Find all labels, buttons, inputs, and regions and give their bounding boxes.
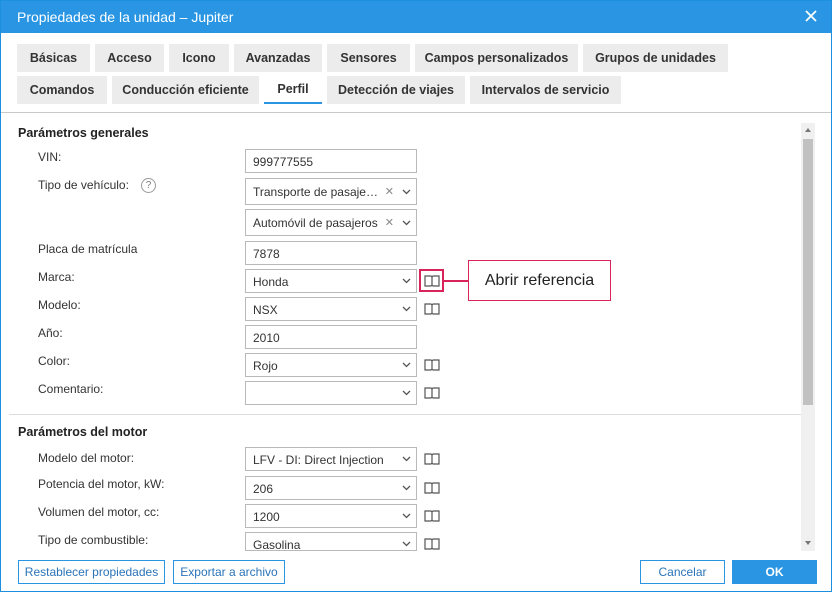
chevron-down-icon [402, 485, 411, 491]
chevron-down-icon [402, 513, 411, 519]
scroll-down-icon[interactable] [803, 538, 813, 548]
year-label: Año: [38, 326, 63, 340]
tab-campos-personalizados[interactable]: Campos personalizados [415, 44, 578, 72]
plate-label: Placa de matrícula [38, 242, 138, 256]
book-icon[interactable] [424, 482, 440, 494]
tab-acceso[interactable]: Acceso [95, 44, 164, 72]
brand-value: Honda [253, 275, 289, 289]
book-icon[interactable] [424, 453, 440, 465]
callout-highlight [419, 269, 444, 292]
chevron-down-icon [402, 278, 411, 284]
engine-model-label: Modelo del motor: [38, 451, 135, 465]
reset-properties-button[interactable]: Restablecer propiedades [18, 560, 165, 584]
vehicle-subtype-select[interactable]: Automóvil de pasajeros ✕ [245, 209, 417, 236]
color-value: Rojo [253, 359, 278, 373]
book-icon[interactable] [424, 303, 440, 315]
fuel-select[interactable]: Gasolina [245, 532, 417, 551]
close-icon[interactable] [801, 6, 821, 26]
tab-deteccion-de-viajes[interactable]: Detección de viajes [327, 76, 465, 104]
tab-avanzadas[interactable]: Avanzadas [234, 44, 322, 72]
brand-label: Marca: [38, 270, 75, 284]
tab-conduccion-eficiente[interactable]: Conducción eficiente [112, 76, 259, 104]
chevron-down-icon [402, 220, 411, 226]
tab-icono[interactable]: Icono [169, 44, 229, 72]
volume-select[interactable]: 1200 [245, 504, 417, 528]
brand-select[interactable]: Honda [245, 269, 417, 293]
year-input[interactable]: 2010 [245, 325, 417, 349]
engine-model-value: LFV - DI: Direct Injection [253, 453, 384, 467]
vehicle-subtype-value: Automóvil de pasajeros [253, 216, 378, 230]
tab-basicas[interactable]: Básicas [17, 44, 90, 72]
book-icon[interactable] [424, 510, 440, 522]
book-icon[interactable] [424, 387, 440, 399]
vin-value: 999777555 [253, 155, 314, 169]
book-icon[interactable] [424, 359, 440, 371]
help-icon[interactable]: ? [141, 178, 156, 193]
vehicle-type-select[interactable]: Transporte de pasajeros ✕ [245, 178, 417, 205]
fuel-label: Tipo de combustible: [38, 533, 149, 547]
power-value: 206 [253, 482, 274, 496]
volume-value: 1200 [253, 510, 280, 524]
ok-button[interactable]: OK [732, 560, 817, 584]
chevron-down-icon [402, 390, 411, 396]
power-label: Potencia del motor, kW: [38, 477, 165, 491]
section-divider [9, 414, 809, 415]
engine-parameters-title: Parámetros del motor [18, 425, 148, 439]
tab-perfil[interactable]: Perfil [264, 76, 322, 104]
chevron-down-icon [402, 362, 411, 368]
plate-input[interactable]: 7878 [245, 241, 417, 265]
cancel-button[interactable]: Cancelar [640, 560, 725, 584]
model-value: NSX [253, 303, 278, 317]
volume-label: Volumen del motor, cc: [38, 505, 160, 519]
unit-properties-dialog: Propiedades de la unidad – Jupiter Básic… [0, 0, 832, 592]
chevron-down-icon [402, 541, 411, 547]
export-to-file-button[interactable]: Exportar a archivo [173, 560, 285, 584]
plate-value: 7878 [253, 247, 280, 261]
chevron-down-icon [402, 456, 411, 462]
clear-icon[interactable]: ✕ [385, 185, 394, 198]
chevron-down-icon [402, 306, 411, 312]
scrollbar-thumb[interactable] [803, 139, 813, 405]
tab-intervalos-de-servicio[interactable]: Intervalos de servicio [470, 76, 621, 104]
model-select[interactable]: NSX [245, 297, 417, 321]
tab-grupos-de-unidades[interactable]: Grupos de unidades [583, 44, 728, 72]
chevron-down-icon [402, 189, 411, 195]
tab-comandos[interactable]: Comandos [17, 76, 107, 104]
dialog-title: Propiedades de la unidad – Jupiter [17, 9, 234, 25]
clear-icon[interactable]: ✕ [385, 216, 394, 229]
callout-open-reference: Abrir referencia [468, 260, 611, 301]
book-icon[interactable] [424, 538, 440, 550]
fuel-value: Gasolina [253, 538, 301, 551]
comment-select[interactable] [245, 381, 417, 405]
vin-input[interactable]: 999777555 [245, 149, 417, 173]
callout-connector [444, 280, 468, 282]
model-label: Modelo: [38, 298, 81, 312]
comment-label: Comentario: [38, 382, 104, 396]
color-select[interactable]: Rojo [245, 353, 417, 377]
scroll-up-icon[interactable] [803, 125, 813, 135]
title-bar: Propiedades de la unidad – Jupiter [1, 1, 831, 33]
general-parameters-title: Parámetros generales [18, 126, 149, 140]
vehicle-type-label: Tipo de vehículo: [38, 178, 129, 192]
tab-sensores[interactable]: Sensores [327, 44, 410, 72]
color-label: Color: [38, 354, 71, 368]
engine-model-select[interactable]: LFV - DI: Direct Injection [245, 447, 417, 471]
year-value: 2010 [253, 331, 280, 345]
vehicle-type-value: Transporte de pasajeros [253, 185, 381, 199]
vin-label: VIN: [38, 150, 62, 164]
tab-bar: Básicas Acceso Icono Avanzadas Sensores … [1, 33, 831, 113]
power-select[interactable]: 206 [245, 476, 417, 500]
